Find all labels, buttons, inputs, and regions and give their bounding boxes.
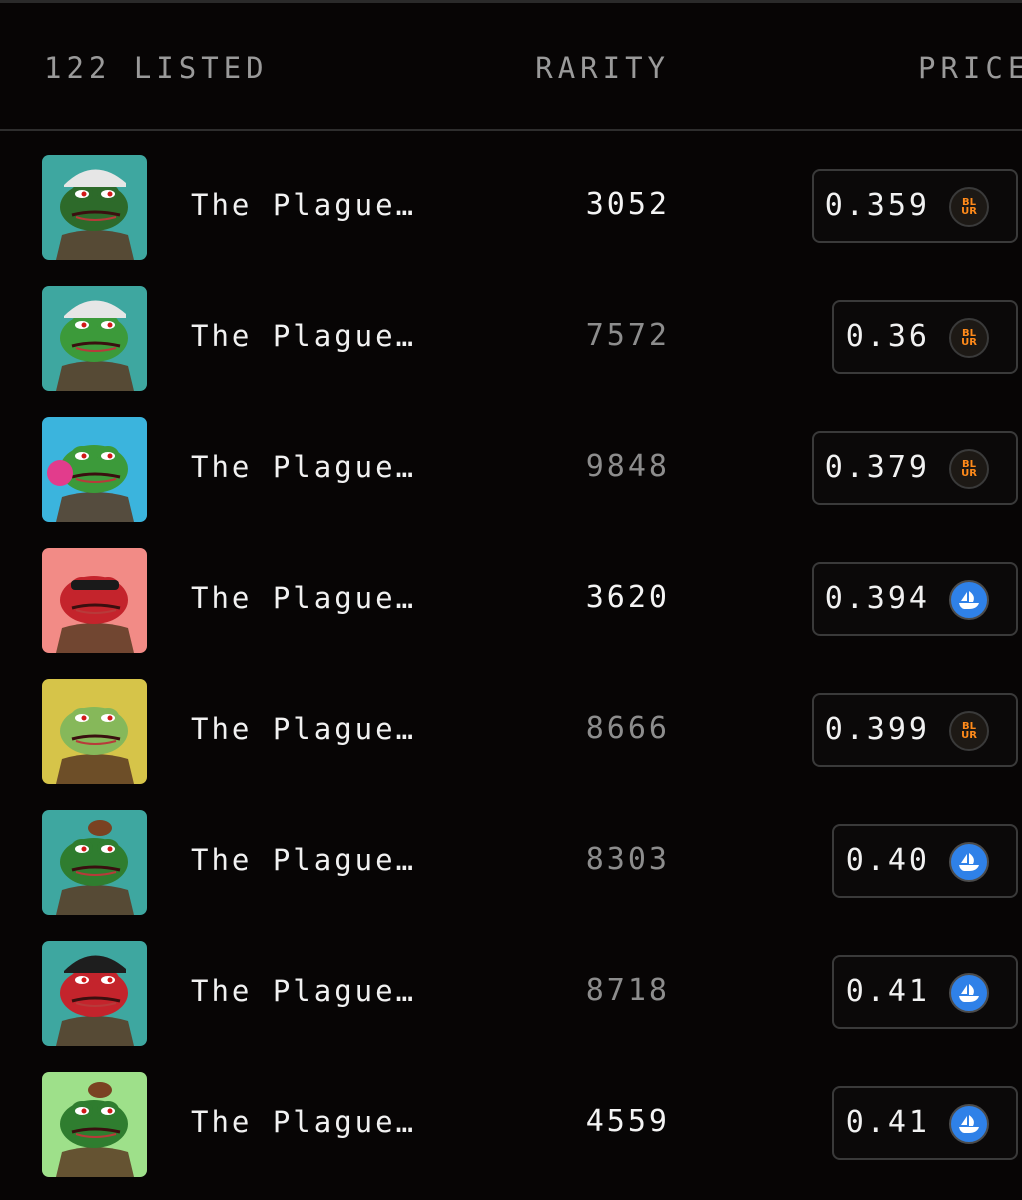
buy-price-button[interactable]: 0.394 (812, 562, 1018, 636)
price-value: 0.40 (845, 843, 930, 878)
listing-row[interactable]: The Plague… 8303 0.40 (0, 786, 1022, 917)
blur-icon-text-bottom: UR (961, 468, 977, 479)
nft-name[interactable]: The Plague… (191, 319, 416, 353)
price-column-header[interactable]: PRICE (918, 51, 1022, 85)
blur-icon: BL UR (949, 187, 989, 227)
opensea-icon (949, 580, 989, 620)
blur-icon: BL UR (949, 318, 989, 358)
price-value: 0.394 (824, 581, 930, 616)
price-value: 0.36 (845, 319, 930, 354)
listing-table: The Plague… 3052 0.359 BL UR The Plague… 7572 0… (0, 131, 1022, 1179)
listing-row[interactable]: The Plague… 3620 0.394 (0, 524, 1022, 655)
price-value: 0.399 (824, 712, 930, 747)
price-value: 0.41 (845, 974, 930, 1009)
nft-name[interactable]: The Plague… (191, 450, 416, 484)
blur-icon-text-bottom: UR (961, 206, 977, 217)
listing-row[interactable]: The Plague… 3052 0.359 BL UR (0, 131, 1022, 262)
nft-thumbnail[interactable] (42, 155, 147, 260)
nft-thumbnail[interactable] (42, 1072, 147, 1177)
nft-name[interactable]: The Plague… (191, 843, 416, 877)
blur-icon-text-bottom: UR (961, 730, 977, 741)
opensea-icon (949, 842, 989, 882)
price-value: 0.359 (824, 188, 930, 223)
rarity-rank: 3052 (585, 187, 670, 222)
listing-row[interactable]: The Plague… 4559 0.41 (0, 1048, 1022, 1179)
listing-row[interactable]: The Plague… 7572 0.36 BL UR (0, 262, 1022, 393)
rarity-rank: 8718 (585, 973, 670, 1008)
nft-thumbnail[interactable] (42, 417, 147, 522)
buy-price-button[interactable]: 0.41 (832, 955, 1018, 1029)
listing-row[interactable]: The Plague… 9848 0.379 BL UR (0, 393, 1022, 524)
nft-name[interactable]: The Plague… (191, 1105, 416, 1139)
nft-name[interactable]: The Plague… (191, 974, 416, 1008)
table-header: 122 LISTED RARITY PRICE (0, 3, 1022, 129)
rarity-rank: 7572 (585, 318, 670, 353)
blur-icon: BL UR (949, 711, 989, 751)
price-value: 0.41 (845, 1105, 930, 1140)
price-value: 0.379 (824, 450, 930, 485)
nft-thumbnail[interactable] (42, 679, 147, 784)
buy-price-button[interactable]: 0.36 BL UR (832, 300, 1018, 374)
buy-price-button[interactable]: 0.41 (832, 1086, 1018, 1160)
listing-row[interactable]: The Plague… 8666 0.399 BL UR (0, 655, 1022, 786)
rarity-rank: 9848 (585, 449, 670, 484)
nft-thumbnail[interactable] (42, 941, 147, 1046)
buy-price-button[interactable]: 0.359 BL UR (812, 169, 1018, 243)
blur-icon-text-bottom: UR (961, 337, 977, 348)
rarity-rank: 3620 (585, 580, 670, 615)
nft-thumbnail[interactable] (42, 286, 147, 391)
blur-icon: BL UR (949, 449, 989, 489)
buy-price-button[interactable]: 0.399 BL UR (812, 693, 1018, 767)
listing-row[interactable]: The Plague… 8718 0.41 (0, 917, 1022, 1048)
listed-count-header[interactable]: 122 LISTED (44, 51, 269, 85)
rarity-rank: 8303 (585, 842, 670, 877)
nft-name[interactable]: The Plague… (191, 581, 416, 615)
opensea-icon (949, 973, 989, 1013)
buy-price-button[interactable]: 0.379 BL UR (812, 431, 1018, 505)
rarity-rank: 8666 (585, 711, 670, 746)
rarity-column-header[interactable]: RARITY (535, 51, 670, 85)
rarity-rank: 4559 (585, 1104, 670, 1139)
opensea-icon (949, 1104, 989, 1144)
nft-thumbnail[interactable] (42, 548, 147, 653)
buy-price-button[interactable]: 0.40 (832, 824, 1018, 898)
nft-thumbnail[interactable] (42, 810, 147, 915)
nft-name[interactable]: The Plague… (191, 188, 416, 222)
nft-name[interactable]: The Plague… (191, 712, 416, 746)
